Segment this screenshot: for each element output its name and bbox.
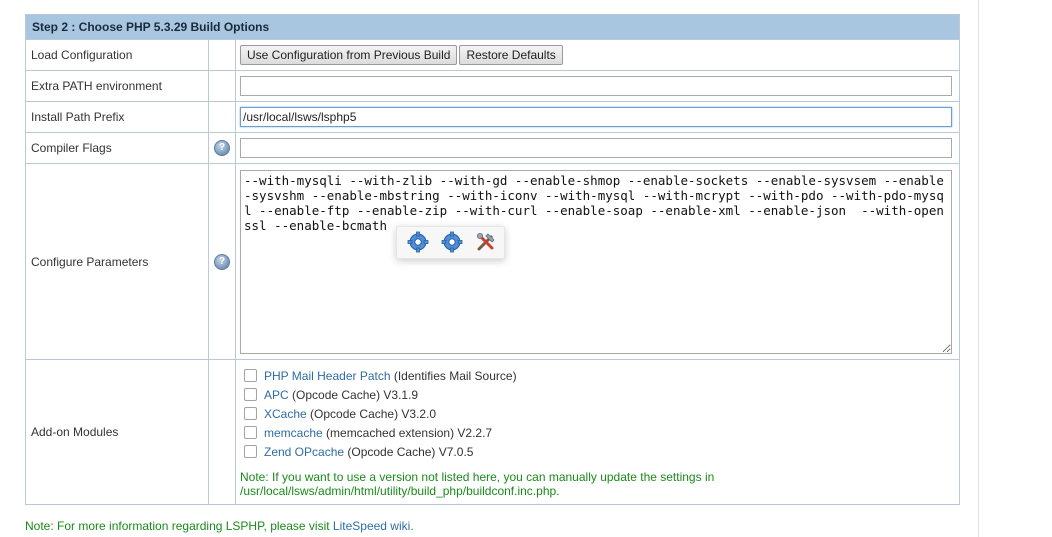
litespeed-wiki-link[interactable]: LiteSpeed wiki: [333, 519, 410, 533]
row-install-prefix: Install Path Prefix: [25, 101, 960, 133]
addon-modules-label: Add-on Modules: [25, 359, 209, 505]
addon-item-memcache: memcache (memcached extension) V2.2.7: [240, 424, 954, 443]
apc-checkbox[interactable]: [244, 388, 257, 401]
build-options-table: Step 2 : Choose PHP 5.3.29 Build Options…: [25, 14, 960, 505]
zend-opcache-link[interactable]: Zend OPcache: [264, 445, 344, 459]
row-addon-modules: Add-on Modules PHP Mail Header Patch (Id…: [25, 359, 960, 505]
load-configuration-label: Load Configuration: [25, 39, 209, 71]
help-icon[interactable]: ?: [214, 140, 230, 156]
addon-note: Note: If you want to use a version not l…: [240, 470, 954, 502]
gear-icon[interactable]: [441, 231, 463, 253]
addon-note-line-2: /usr/local/lsws/admin/html/utility/build…: [240, 484, 560, 498]
tools-icon[interactable]: [475, 231, 497, 253]
addon-description: (memcached extension) V2.2.7: [322, 426, 493, 440]
addon-description: (Opcode Cache) V3.2.0: [306, 407, 437, 421]
compiler-flags-label: Compiler Flags: [25, 132, 209, 164]
memcache-link[interactable]: memcache: [264, 426, 323, 440]
extra-path-label: Extra PATH environment: [25, 70, 209, 102]
row-load-configuration: Load Configuration Use Configuration fro…: [25, 39, 960, 71]
use-previous-config-button[interactable]: Use Configuration from Previous Build: [240, 45, 458, 65]
xcache-link[interactable]: XCache: [264, 407, 307, 421]
footer-note: Note: For more information regarding LSP…: [25, 519, 414, 533]
addon-item-mail-header-patch: PHP Mail Header Patch (Identifies Mail S…: [240, 367, 954, 386]
install-prefix-label: Install Path Prefix: [25, 101, 209, 133]
addon-description: (Identifies Mail Source): [390, 369, 517, 383]
row-configure-parameters: Configure Parameters ? --with-mysqli --w…: [25, 163, 960, 360]
page-divider: [978, 0, 979, 537]
addon-module-list: PHP Mail Header Patch (Identifies Mail S…: [240, 362, 954, 502]
addon-item-xcache: XCache (Opcode Cache) V3.2.0: [240, 405, 954, 424]
mail-header-patch-link[interactable]: PHP Mail Header Patch: [264, 369, 391, 383]
help-icon[interactable]: ?: [214, 253, 230, 270]
configure-parameters-label: Configure Parameters: [25, 163, 209, 360]
mail-header-patch-checkbox[interactable]: [244, 369, 257, 382]
floating-toolbar: [396, 226, 505, 259]
addon-description: (Opcode Cache) V3.1.9: [288, 388, 419, 402]
gear-icon[interactable]: [407, 231, 429, 253]
memcache-checkbox[interactable]: [244, 426, 257, 439]
install-prefix-input[interactable]: [240, 107, 952, 127]
restore-defaults-button[interactable]: Restore Defaults: [459, 45, 563, 65]
footer-note-text: Note: For more information regarding LSP…: [25, 519, 333, 533]
apc-link[interactable]: APC: [264, 388, 289, 402]
footer-note-suffix: .: [410, 519, 414, 533]
table-header-row: Step 2 : Choose PHP 5.3.29 Build Options: [25, 14, 960, 40]
step-title: Step 2 : Choose PHP 5.3.29 Build Options: [25, 14, 960, 40]
row-compiler-flags: Compiler Flags ?: [25, 132, 960, 164]
addon-description: (Opcode Cache) V7.0.5: [344, 445, 474, 459]
addon-item-apc: APC (Opcode Cache) V3.1.9: [240, 386, 954, 405]
addon-item-zend-opcache: Zend OPcache (Opcode Cache) V7.0.5: [240, 443, 954, 462]
xcache-checkbox[interactable]: [244, 407, 257, 420]
configure-parameters-textarea[interactable]: --with-mysqli --with-zlib --with-gd --en…: [240, 169, 952, 354]
compiler-flags-input[interactable]: [240, 138, 952, 158]
addon-note-line-1: Note: If you want to use a version not l…: [240, 470, 715, 484]
row-extra-path: Extra PATH environment: [25, 70, 960, 102]
extra-path-input[interactable]: [240, 76, 952, 96]
zend-opcache-checkbox[interactable]: [244, 445, 257, 458]
